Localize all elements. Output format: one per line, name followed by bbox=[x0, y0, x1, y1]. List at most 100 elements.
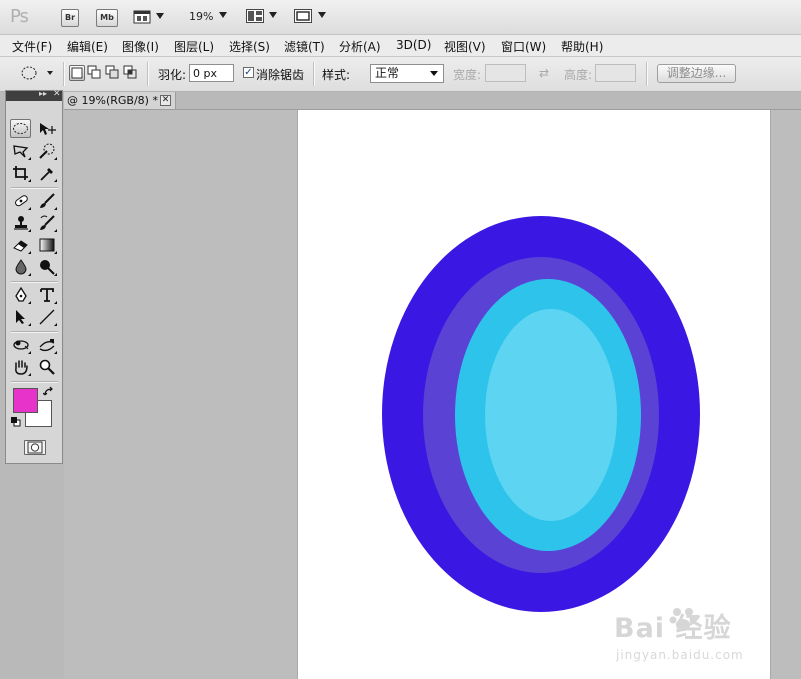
refine-edge-button[interactable]: 调整边缘... bbox=[657, 64, 736, 83]
menu-help[interactable]: 帮助(H) bbox=[561, 38, 603, 55]
new-selection-button[interactable] bbox=[69, 65, 85, 81]
path-selection-tool[interactable] bbox=[10, 307, 31, 326]
tool-group-indicator bbox=[54, 301, 57, 304]
menu-file[interactable]: 文件(F) bbox=[12, 38, 52, 55]
feather-input[interactable] bbox=[189, 64, 234, 82]
launch-bridge-button[interactable]: Br bbox=[61, 9, 79, 27]
line-tool[interactable] bbox=[36, 307, 57, 326]
3d-rotate-tool[interactable] bbox=[10, 335, 31, 354]
tool-group-indicator bbox=[54, 273, 57, 276]
tools-panel-header[interactable]: ▸▸ ✕ bbox=[6, 89, 62, 101]
menu-image[interactable]: 图像(I) bbox=[122, 38, 159, 55]
dodge-tool[interactable] bbox=[36, 257, 57, 276]
tool-group-indicator bbox=[54, 157, 57, 160]
chevron-down-icon bbox=[269, 12, 277, 18]
brush-icon bbox=[39, 192, 55, 208]
tool-group-indicator bbox=[54, 229, 57, 232]
quick-mask-button[interactable] bbox=[24, 440, 46, 455]
close-icon[interactable]: ✕ bbox=[53, 89, 61, 99]
elliptical-marquee-tool[interactable] bbox=[10, 119, 31, 138]
collapse-icon[interactable]: ▸▸ bbox=[39, 89, 47, 98]
stamp-icon bbox=[13, 215, 28, 230]
history-brush-tool[interactable] bbox=[36, 213, 57, 232]
width-input[interactable] bbox=[485, 64, 526, 82]
quick-selection-icon bbox=[38, 143, 54, 159]
path-selection-icon bbox=[15, 309, 25, 324]
add-selection-icon bbox=[87, 65, 101, 79]
grid-layout-icon bbox=[248, 11, 262, 21]
pen-tool[interactable] bbox=[10, 285, 31, 304]
menu-select[interactable]: 选择(S) bbox=[229, 38, 270, 55]
application-bar: Ps Br Mb 19% bbox=[0, 0, 801, 35]
canvas-area[interactable]: Bai 经验 jingyan.baidu.com bbox=[64, 110, 801, 679]
tool-group-indicator bbox=[54, 179, 57, 182]
tool-preset-picker[interactable] bbox=[20, 65, 60, 83]
subtract-from-selection-button[interactable] bbox=[105, 65, 121, 81]
menu-layer[interactable]: 图层(L) bbox=[174, 38, 214, 55]
close-icon[interactable]: ✕ bbox=[160, 95, 171, 106]
divider bbox=[313, 62, 315, 86]
tool-group-indicator bbox=[28, 207, 31, 210]
divider bbox=[11, 281, 58, 283]
pen-icon bbox=[14, 286, 27, 302]
add-to-selection-button[interactable] bbox=[87, 65, 103, 81]
divider bbox=[11, 331, 58, 333]
line-icon bbox=[39, 309, 54, 324]
menu-edit[interactable]: 编辑(E) bbox=[67, 38, 108, 55]
spot-healing-brush-tool[interactable] bbox=[10, 191, 31, 210]
document-tab[interactable]: @ 19%(RGB/8) * ✕ bbox=[64, 92, 176, 109]
arrange-documents-button[interactable] bbox=[246, 9, 264, 23]
foreground-color-swatch[interactable] bbox=[13, 388, 38, 413]
eraser-tool[interactable] bbox=[10, 235, 31, 254]
crop-tool[interactable] bbox=[10, 163, 31, 182]
intersect-selection-button[interactable] bbox=[123, 65, 139, 81]
type-tool[interactable] bbox=[36, 285, 57, 304]
chevron-down-icon bbox=[430, 71, 438, 76]
menu-filter[interactable]: 滤镜(T) bbox=[284, 38, 325, 55]
type-icon bbox=[39, 287, 54, 302]
tool-group-indicator bbox=[28, 157, 31, 160]
new-selection-icon bbox=[71, 67, 83, 79]
view-extras-button[interactable] bbox=[133, 9, 167, 25]
document-canvas[interactable]: Bai 经验 jingyan.baidu.com bbox=[298, 110, 770, 679]
height-input[interactable] bbox=[595, 64, 636, 82]
launch-mini-bridge-button[interactable]: Mb bbox=[96, 9, 118, 27]
zoom-level-menu[interactable]: 19% bbox=[189, 10, 213, 23]
menu-window[interactable]: 窗口(W) bbox=[501, 38, 546, 55]
blur-tool[interactable] bbox=[10, 257, 31, 276]
eyedropper-icon bbox=[39, 167, 53, 181]
bandage-icon bbox=[14, 194, 28, 206]
hand-tool[interactable] bbox=[10, 357, 31, 376]
clone-stamp-tool[interactable] bbox=[10, 213, 31, 232]
dodge-icon bbox=[39, 259, 55, 275]
chevron-down-icon bbox=[318, 12, 326, 18]
gradient-icon bbox=[39, 238, 54, 251]
default-colors-icon[interactable] bbox=[11, 417, 21, 427]
menu-3d[interactable]: 3D(D) bbox=[396, 38, 431, 52]
swap-colors-icon[interactable] bbox=[43, 386, 55, 398]
anti-alias-checkbox[interactable]: ✓ bbox=[243, 67, 254, 78]
menu-view[interactable]: 视图(V) bbox=[444, 38, 486, 55]
style-select[interactable]: 正常 bbox=[370, 64, 444, 83]
quick-selection-tool[interactable] bbox=[36, 141, 57, 160]
menu-analysis[interactable]: 分析(A) bbox=[339, 38, 381, 55]
swap-width-height-button[interactable]: ⇄ bbox=[539, 66, 549, 80]
eyedropper-tool[interactable] bbox=[36, 163, 57, 182]
height-label: 高度: bbox=[564, 68, 593, 82]
ellipse-marquee-icon bbox=[21, 66, 37, 80]
move-tool[interactable] bbox=[36, 119, 57, 138]
zoom-tool[interactable] bbox=[36, 357, 57, 376]
lasso-tool[interactable] bbox=[10, 141, 31, 160]
3d-orbit-tool[interactable] bbox=[36, 335, 57, 354]
workspace: @ 19%(RGB/8) * ✕ Bai 经验 jingyan.baidu.co… bbox=[64, 92, 801, 679]
anti-alias-label: 消除锯齿 bbox=[256, 68, 305, 82]
screen-mode-button[interactable] bbox=[294, 9, 312, 23]
tool-group-indicator bbox=[54, 351, 57, 354]
gradient-tool[interactable] bbox=[36, 235, 57, 254]
tool-group-indicator bbox=[28, 251, 31, 254]
hand-icon bbox=[14, 359, 28, 375]
crop-icon bbox=[12, 165, 28, 180]
menu-bar: 文件(F) 编辑(E) 图像(I) 图层(L) 选择(S) 滤镜(T) 分析(A… bbox=[0, 35, 801, 57]
divider bbox=[11, 381, 58, 383]
brush-tool[interactable] bbox=[36, 191, 57, 210]
